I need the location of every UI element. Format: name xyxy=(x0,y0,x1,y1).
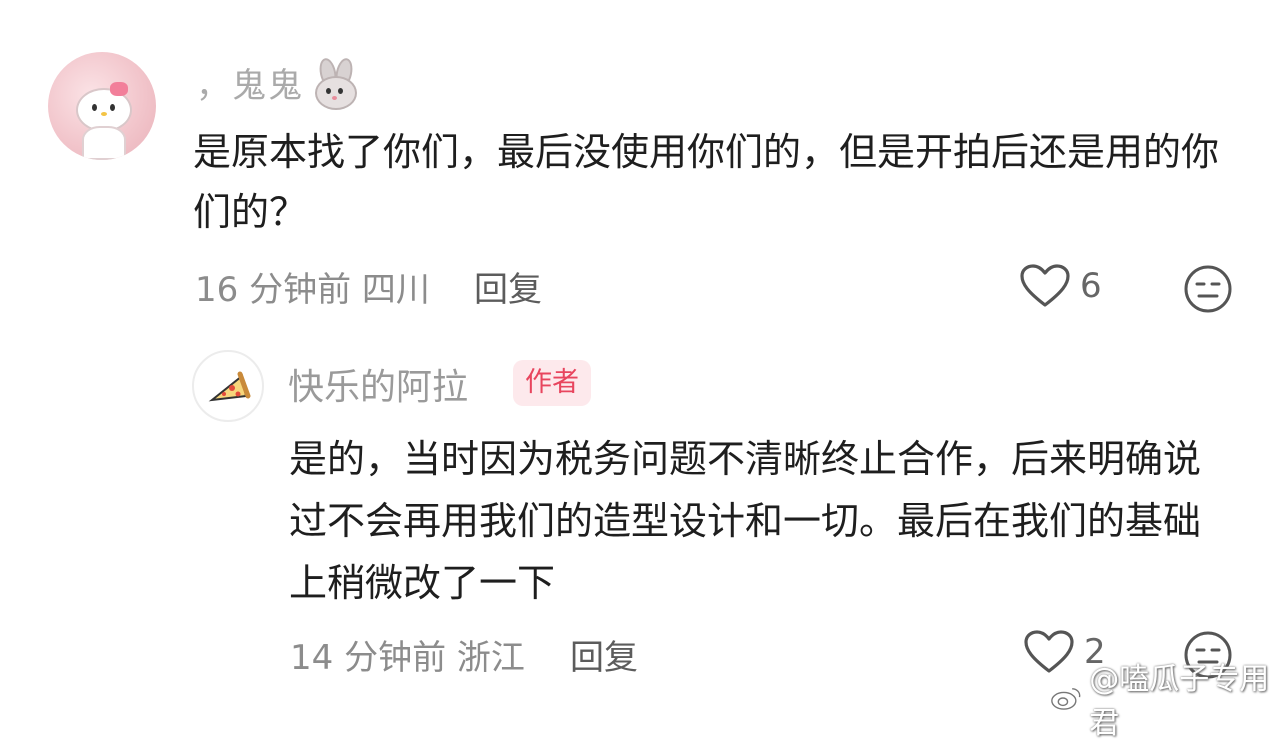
comment-meta: 16 分钟前 四川 xyxy=(195,262,430,311)
like-button[interactable]: 6 xyxy=(1020,264,1102,308)
pizza-slice-icon xyxy=(208,371,251,402)
avatar-eye-left xyxy=(92,104,97,111)
watermark-text: @嗑瓜子专用君 xyxy=(1089,662,1270,741)
avatar-nose xyxy=(101,112,107,116)
comment-text: 是原本找了你们，最后没使用你们的，但是开拍后还是用的你们的？ xyxy=(193,130,1220,234)
reply-button[interactable]: 回复 xyxy=(474,262,542,311)
author-badge: 作者 xyxy=(513,360,591,406)
reply-button[interactable]: 回复 xyxy=(570,630,638,679)
avatar-eye-right xyxy=(110,104,115,111)
commenter-avatar[interactable] xyxy=(48,52,156,160)
commenter-username[interactable]: ，​鬼鬼 xyxy=(196,58,304,107)
heart-outline-icon xyxy=(1020,264,1070,307)
watermark: @嗑瓜子专用君 xyxy=(1050,662,1283,741)
avatar-bow xyxy=(110,82,128,96)
neutral-face-icon xyxy=(1184,265,1232,313)
reply-time: 14 分钟前 xyxy=(290,638,447,678)
avatar-body xyxy=(82,126,126,160)
comment-location: 四川 xyxy=(361,270,430,310)
reply-meta: 14 分钟前 浙江 xyxy=(290,630,525,679)
commenter-name-row[interactable]: ，​鬼鬼 xyxy=(196,56,358,110)
weibo-logo-icon xyxy=(1051,688,1081,710)
reply-text: 是的，当时因为税务问题不清晰终止合作，后来明确说过不会再用我们的造型设计和一切。… xyxy=(289,437,1202,605)
reply-location: 浙江 xyxy=(456,638,525,678)
author-avatar[interactable] xyxy=(192,350,264,422)
like-count: 6 xyxy=(1080,266,1102,306)
heart-outline-icon xyxy=(1024,630,1074,673)
emoji-reaction-button[interactable] xyxy=(1183,264,1233,318)
comment-time: 16 分钟前 xyxy=(195,270,352,310)
author-username[interactable]: 快乐的阿拉 xyxy=(288,358,468,410)
rabbit-emoji-icon xyxy=(312,56,358,110)
